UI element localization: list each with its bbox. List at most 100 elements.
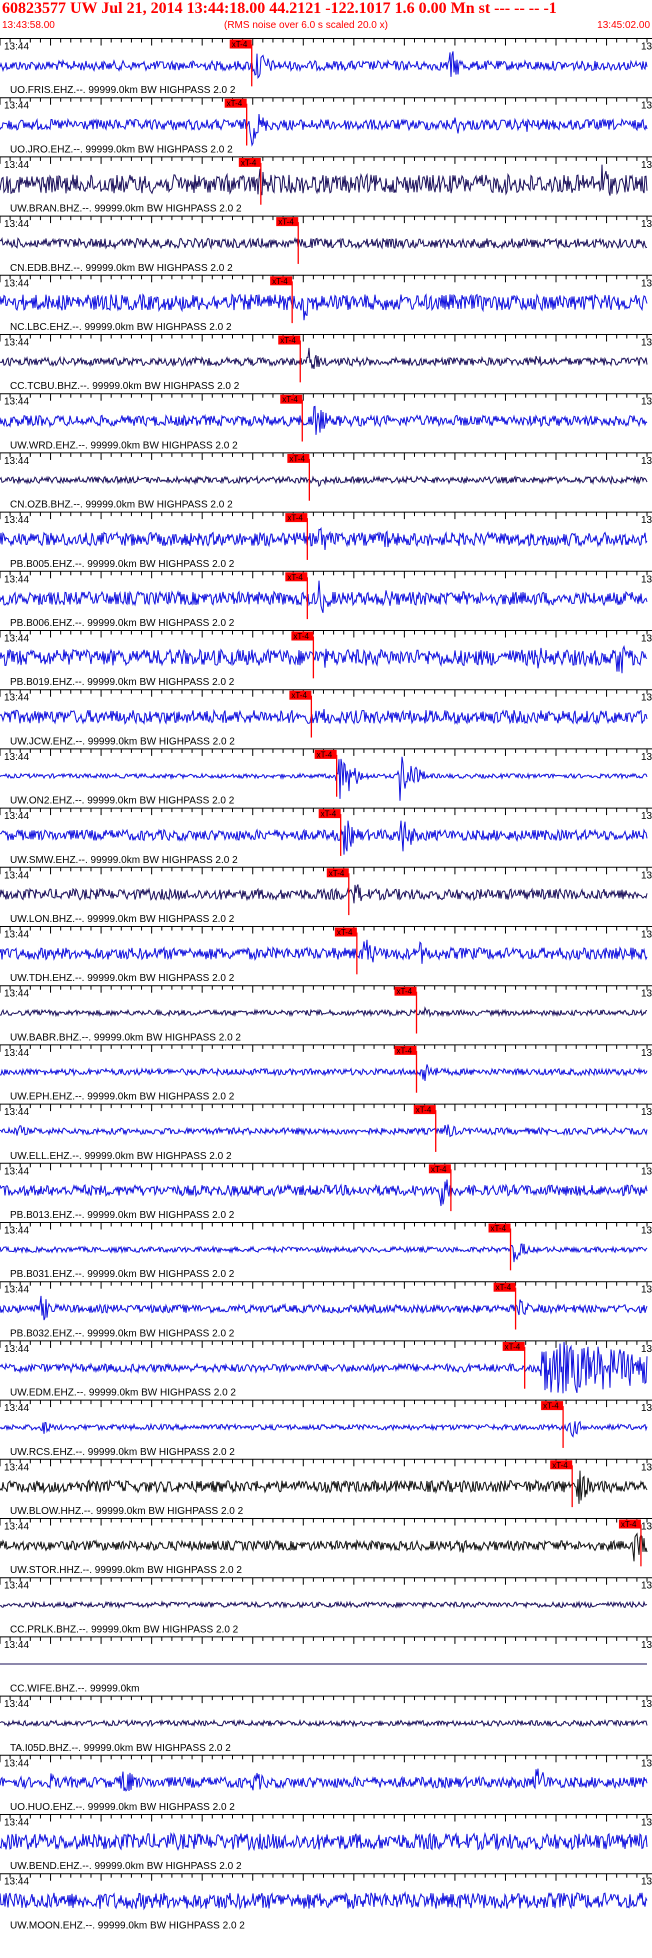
trace-row: 13:44 13 xT-4 PB.B013.EHZ.--. 99999.0km BW … [0,1162,652,1221]
trace-row: 13:44 13 xT-4 PB.B019.EHZ.--. 99999.0km BW … [0,630,652,688]
tick-time-label: 13 [641,1522,652,1533]
end-time-label: 13:45:02.00 [597,20,650,31]
pick-label: xT-4 [397,987,413,996]
channel-label: UW.BRAN.BHZ.--. 99999.0km BW HIGHPASS 2.… [10,204,242,215]
tick-time-label: 13:44 [4,1699,29,1710]
pick-label: xT-4 [280,336,296,345]
trace-row: 13:44 13 xT-4 UW.SMW.EHZ.--. 99999.0km BW H… [0,807,652,866]
tick-time-label: 13:44 [4,574,29,585]
tick-time-label: 13 [641,42,652,53]
channel-label: UW.LON.BHZ.--. 99999.0km BW HIGHPASS 2.0… [10,914,235,925]
tick-time-label: 13 [641,930,652,941]
tick-time-label: 13 [641,811,652,822]
plot-header: 60823577 UW Jul 21, 2014 13:44:18.00 44.… [0,0,652,36]
tick-time-label: 13:44 [4,1877,29,1888]
channel-label: PB.B006.EHZ.--. 99999.0km BW HIGHPASS 2.… [10,618,235,629]
tick-time-label: 13:44 [4,101,29,112]
waveform-line [0,1891,648,1911]
tick-time-label: 13 [641,1877,652,1888]
tick-time-label: 13 [641,1285,652,1296]
tick-time-label: 13:44 [4,1166,29,1177]
channel-label: UW.BEND.EHZ.--. 99999.0km BW HIGHPASS 2.… [10,1861,242,1872]
waveform-line [0,1064,648,1081]
trace-row: 13:44 13 xT-4 UW.BABR.BHZ.--. 99999.0km BW … [0,985,652,1043]
tick-time-label: 13 [641,278,652,289]
tick-time-label: 13:44 [4,1285,29,1296]
channel-label: CC.WIFE.BHZ.--. 99999.0km [10,1684,139,1695]
pick-label: xT-4 [321,810,337,819]
channel-label: UW.BABR.BHZ.--. 99999.0km BW HIGHPASS 2.… [10,1032,241,1043]
waveform-line [0,1532,648,1562]
trace-row: 13:44 13 TA.I05D.BHZ.--. 99999.0km BW HIGH… [0,1695,652,1754]
trace-row: 13:44 13 xT-4 PB.B005.EHZ.--. 99999.0km BW … [0,511,652,570]
waveform-line [0,1341,648,1394]
channel-label: UW.EPH.EHZ.--. 99999.0km BW HIGHPASS 2.0… [10,1092,235,1103]
pick-label: xT-4 [278,218,294,227]
channel-label: UW.EDM.EHZ.--. 99999.0km BW HIGHPASS 2.0… [10,1388,236,1399]
pick-label: xT-4 [543,1402,559,1411]
waveform-line [0,51,648,80]
channel-label: TA.I05D.BHZ.--. 99999.0km BW HIGHPASS 2.… [10,1743,231,1754]
tick-time-label: 13 [641,101,652,112]
tick-time-label: 13:44 [4,870,29,881]
waveform-line [0,164,648,196]
channel-label: UW.RCS.EHZ.--. 99999.0km BW HIGHPASS 2.0… [10,1447,235,1458]
channel-label: UW.STOR.HHZ.--. 99999.0km BW HIGHPASS 2.… [10,1565,242,1576]
pick-label: xT-4 [232,40,248,49]
tick-time-label: 13:44 [4,278,29,289]
channel-label: PB.B013.EHZ.--. 99999.0km BW HIGHPASS 2.… [10,1210,235,1221]
channel-label: PB.B032.EHZ.--. 99999.0km BW HIGHPASS 2.… [10,1328,235,1339]
pick-label: xT-4 [241,158,257,167]
channel-label: UO.HUO.EHZ.--. 99999.0km BW HIGHPASS 2.0… [10,1802,235,1813]
pick-label: xT-4 [293,632,309,641]
channel-label: UW.SMW.EHZ.--. 99999.0km BW HIGHPASS 2.0… [10,855,238,866]
tick-time-label: 13:44 [4,1581,29,1592]
trace-row: 13:44 13 xT-4 UW.RCS.EHZ.--. 99999.0km BW H… [0,1399,652,1458]
waveform-line [0,526,648,551]
trace-row: 13:44 13 xT-4 UW.BLOW.HHZ.--. 99999.0km BW … [0,1458,652,1517]
trace-row: 13:44 13 xT-4 UO.FRIS.EHZ.--. 99999.0km BW … [0,38,652,96]
pick-label: xT-4 [505,1342,521,1351]
tick-time-label: 13:44 [4,693,29,704]
tick-time-label: 13:44 [4,752,29,763]
tick-time-label: 13 [641,1758,652,1769]
tick-time-label: 13 [641,1403,652,1414]
pick-label: xT-4 [272,277,288,286]
trace-row: 13:44 13 xT-4 UW.EDM.EHZ.--. 99999.0km BW H… [0,1340,652,1399]
waveform-line [0,939,648,964]
plot-subtitle: (RMS noise over 6.0 s scaled 20.0 x) [224,20,388,31]
trace-row: 13:44 13 xT-4 UW.BRAN.BHZ.--. 99999.0km BW … [0,156,652,215]
waveform-line [0,1718,648,1728]
tick-time-label: 13 [641,1640,652,1651]
waveform-line [0,1831,648,1852]
tick-time-label: 13:44 [4,930,29,941]
tick-time-label: 13:44 [4,1403,29,1414]
waveform-line [0,884,648,904]
tick-time-label: 13:44 [4,1344,29,1355]
tick-time-label: 13:44 [4,1758,29,1769]
pick-label: xT-4 [317,750,333,759]
tick-time-label: 13:44 [4,515,29,526]
waveform-line [0,1600,648,1610]
pick-label: xT-4 [282,395,298,404]
tick-time-label: 13 [641,1048,652,1059]
channel-label: UW.MOON.EHZ.--. 99999.0km BW HIGHPASS 2.… [10,1920,245,1931]
pick-label: xT-4 [287,514,303,523]
channel-label: UW.ON2.EHZ.--. 99999.0km BW HIGHPASS 2.0… [10,796,235,807]
tick-time-label: 13 [641,989,652,1000]
tick-time-label: 13:44 [4,338,29,349]
trace-row: 13:44 13 UW.MOON.EHZ.--. 99999.0km BW HIGH… [0,1873,652,1931]
trace-row: 13:44 13 CC.PRLK.BHZ.--. 99999.0km BW HIGH… [0,1577,652,1635]
pick-label: xT-4 [329,869,345,878]
tick-time-label: 13:44 [4,397,29,408]
waveform-line [0,1124,648,1138]
channel-label: UO.JRO.EHZ.--. 99999.0km BW HIGHPASS 2.0… [10,144,233,155]
waveform-line [0,1420,648,1438]
pick-label: xT-4 [397,1046,413,1055]
tick-time-label: 13:44 [4,1107,29,1118]
trace-row: 13:44 13 xT-4 PB.B006.EHZ.--. 99999.0km BW … [0,570,652,629]
tick-time-label: 13:44 [4,989,29,1000]
channel-label: UO.FRIS.EHZ.--. 99999.0km BW HIGHPASS 2.… [10,85,236,96]
waveform-line [0,1768,648,1792]
tick-time-label: 13:44 [4,160,29,171]
